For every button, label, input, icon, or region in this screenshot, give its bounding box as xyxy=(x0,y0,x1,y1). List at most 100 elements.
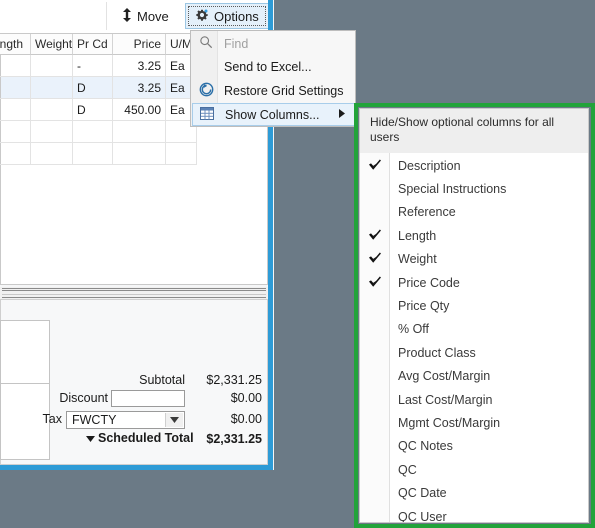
grid-cell[interactable] xyxy=(0,77,31,99)
toolbar-divider xyxy=(106,2,107,30)
submenu-item-label: Reference xyxy=(398,205,456,220)
grid-cell[interactable]: 450.00 xyxy=(113,99,166,121)
grid-cell[interactable] xyxy=(31,121,73,143)
menu-item[interactable]: Restore Grid Settings xyxy=(192,80,355,103)
submenu-item[interactable]: QC Date xyxy=(360,482,588,505)
table-row[interactable] xyxy=(0,143,267,165)
scheduled-total-value: $2,331.25 xyxy=(206,432,262,446)
submenu-item-label: Description xyxy=(398,158,461,173)
scheduled-total-row[interactable]: Scheduled Total xyxy=(86,431,194,445)
submenu-item-label: % Off xyxy=(398,322,430,337)
submenu-item-label: QC xyxy=(398,462,417,477)
submenu-item[interactable]: % Off xyxy=(360,318,588,341)
grid-cell[interactable] xyxy=(31,55,73,77)
submenu-item-label: Price Qty xyxy=(398,299,450,314)
grid-cell[interactable]: 3.25 xyxy=(113,77,166,99)
discount-value: $0.00 xyxy=(230,391,262,405)
grid-cell[interactable] xyxy=(113,143,166,165)
submenu-item[interactable]: Price Qty xyxy=(360,294,588,317)
grid-cell[interactable] xyxy=(0,99,31,121)
submenu-item[interactable]: Length xyxy=(360,224,588,247)
splitter-line xyxy=(2,288,266,289)
subtotal-value: $2,331.25 xyxy=(206,373,262,387)
submenu-item[interactable]: Product Class xyxy=(360,341,588,364)
chevron-down-icon[interactable] xyxy=(165,413,183,427)
submenu-item-label: Avg Cost/Margin xyxy=(398,369,491,384)
gear-icon xyxy=(195,8,209,24)
notes-card-divider xyxy=(1,383,49,384)
submenu-item[interactable]: QC xyxy=(360,458,588,481)
menu-item-label: Find xyxy=(224,36,249,51)
submenu-item-label: Mgmt Cost/Margin xyxy=(398,416,501,431)
submenu-item[interactable]: Mgmt Cost/Margin xyxy=(360,411,588,434)
tax-value: $0.00 xyxy=(230,412,262,426)
check-icon xyxy=(360,159,389,173)
submenu-item-label: Last Cost/Margin xyxy=(398,392,493,407)
grid-cell[interactable] xyxy=(113,121,166,143)
grid-column-header[interactable]: Pr Cd xyxy=(73,34,113,55)
grid-cell[interactable] xyxy=(0,121,31,143)
submenu-item[interactable]: QC Notes xyxy=(360,435,588,458)
menu-item-label: Restore Grid Settings xyxy=(224,84,344,99)
submenu-item[interactable]: Avg Cost/Margin xyxy=(360,365,588,388)
submenu-item-label: QC User xyxy=(398,509,447,523)
submenu-item-label: Product Class xyxy=(398,345,476,360)
menu-item[interactable]: Send to Excel... xyxy=(192,56,355,79)
grid-cell[interactable]: - xyxy=(73,55,113,77)
options-dropdown-menu[interactable]: Find Send to Excel... Restore Grid Setting… xyxy=(190,30,356,127)
show-columns-submenu[interactable]: Hide/Show optional columns for all users… xyxy=(359,108,589,523)
grid-cell[interactable] xyxy=(31,77,73,99)
submenu-item[interactable]: Reference xyxy=(360,201,588,224)
submenu-item[interactable]: QC User xyxy=(360,505,588,523)
grid-icon xyxy=(197,106,217,123)
search-icon xyxy=(196,35,216,52)
grid-cell[interactable]: D xyxy=(73,77,113,99)
submenu-item-label: QC Date xyxy=(398,486,447,501)
submenu-item[interactable]: Weight xyxy=(360,248,588,271)
submenu-item-label: Length xyxy=(398,228,437,243)
tax-select[interactable]: FWCTY xyxy=(66,411,185,429)
splitter-line xyxy=(2,290,266,291)
grid-cell[interactable] xyxy=(31,143,73,165)
grid-column-header[interactable]: Weight xyxy=(31,34,73,55)
triangle-down-icon[interactable] xyxy=(86,432,95,444)
check-icon xyxy=(360,276,389,290)
splitter-line xyxy=(2,294,266,295)
move-button[interactable]: Move xyxy=(113,3,178,29)
submenu-item-label: Price Code xyxy=(398,275,460,290)
submenu-item[interactable]: Description xyxy=(360,154,588,177)
options-button[interactable]: Options xyxy=(185,3,269,29)
discount-input[interactable] xyxy=(111,390,185,407)
scheduled-total-label: Scheduled Total xyxy=(98,431,194,445)
grid-column-header[interactable]: ength xyxy=(0,34,31,55)
submenu-item[interactable]: Price Code xyxy=(360,271,588,294)
subtotal-label: Subtotal xyxy=(139,373,185,387)
grid-cell[interactable]: D xyxy=(73,99,113,121)
menu-item-label: Send to Excel... xyxy=(224,60,312,75)
menu-item: Find xyxy=(192,32,355,55)
menu-item[interactable]: Show Columns... xyxy=(192,103,355,127)
tax-label: Tax xyxy=(42,412,62,426)
window-border-bottom xyxy=(0,465,273,470)
grid-cell[interactable] xyxy=(0,143,31,165)
tax-select-value: FWCTY xyxy=(72,413,117,427)
menu-item-label: Show Columns... xyxy=(225,107,320,122)
splitter-line xyxy=(2,297,266,298)
check-icon xyxy=(360,252,389,266)
grid-cell[interactable] xyxy=(31,99,73,121)
discount-label: Discount xyxy=(59,391,108,405)
grid-column-header[interactable]: Price xyxy=(113,34,166,55)
submenu-item-label: QC Notes xyxy=(398,439,453,454)
submenu-item[interactable]: Last Cost/Margin xyxy=(360,388,588,411)
grid-cell[interactable] xyxy=(166,143,197,165)
triangle-right-icon xyxy=(339,109,345,120)
grid-cell[interactable] xyxy=(73,143,113,165)
grid-cell[interactable] xyxy=(73,121,113,143)
move-button-label: Move xyxy=(137,8,169,24)
submenu-item[interactable]: Special Instructions xyxy=(360,177,588,200)
notes-card[interactable] xyxy=(0,320,50,460)
grid-cell[interactable] xyxy=(0,55,31,77)
grid-cell[interactable]: 3.25 xyxy=(113,55,166,77)
panel-splitter[interactable] xyxy=(0,287,268,299)
options-button-label: Options xyxy=(214,8,259,24)
